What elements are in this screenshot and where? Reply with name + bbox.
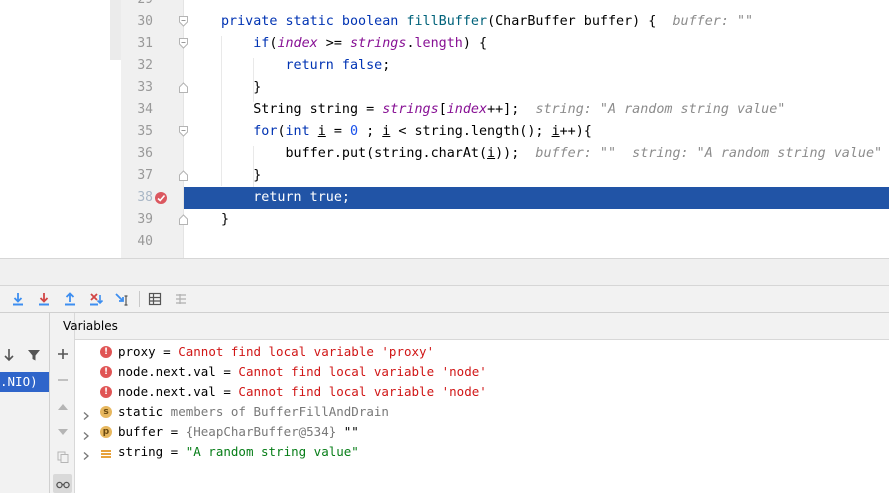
variable-row-error[interactable]: ! node.next.val = Cannot find local vari… [75,382,889,402]
variables-title: Variables [63,319,118,333]
code-line-38-current[interactable]: 38 return true; [121,187,889,209]
filter-icon[interactable] [25,346,43,364]
error-icon: ! [100,346,112,358]
panel-splitter[interactable] [0,258,889,286]
code-line-40[interactable]: 40 [121,231,889,253]
code-text: if(index >= strings.length) { [253,36,488,51]
fold-close-icon[interactable] [179,82,188,93]
code-line-29[interactable]: 29 [121,0,889,11]
variable-row-buffer[interactable]: p buffer = {HeapCharBuffer@534} "" [75,422,889,442]
line-number: 39 [137,212,153,227]
expand-chevron-icon[interactable] [81,447,91,460]
variable-row-static[interactable]: s static members of BufferFillAndDrain [75,402,889,422]
variable-row-string[interactable]: string = "A random string value" [75,442,889,462]
debugger-toolbar [0,286,889,313]
editor-scroll-marker [110,0,121,60]
line-number: 29 [121,0,153,11]
remove-watch-icon[interactable] [53,370,72,389]
line-number: 40 [137,234,153,249]
fold-open-icon[interactable] [179,38,188,49]
inline-value-hint: buffer: "" [535,146,617,161]
line-number: 31 [137,36,153,51]
inline-value-hint: string: "A random string value" [535,102,786,117]
expand-chevron-icon[interactable] [81,407,91,420]
code-text: return true; [253,190,350,205]
step-out-icon[interactable] [61,290,79,308]
line-number: 33 [137,80,153,95]
line-number: 38 [137,190,153,205]
code-text: buffer.put(string.charAt(i)); buffer: ""… [285,146,883,161]
local-variable-icon [100,446,112,458]
toolbar-separator [139,291,140,307]
code-text: String string = strings[index++]; string… [253,102,786,117]
step-over-icon[interactable] [9,290,27,308]
code-line-36[interactable]: 36 buffer.put(string.charAt(i)); buffer:… [121,143,889,165]
show-types-icon[interactable] [53,474,72,493]
variables-tree: ! proxy = Cannot find local variable 'pr… [75,340,889,493]
run-to-cursor-icon[interactable] [113,290,131,308]
fold-open-icon[interactable] [179,16,188,27]
code-line-34[interactable]: 34 String string = strings[index++]; str… [121,99,889,121]
line-number: 35 [137,124,153,139]
variable-row-error[interactable]: ! node.next.val = Cannot find local vari… [75,362,889,382]
variable-row-error[interactable]: ! proxy = Cannot find local variable 'pr… [75,342,889,362]
line-number: 34 [137,102,153,117]
frames-toolbar [0,341,49,367]
inline-value-hint: buffer: "" [672,14,754,29]
code-line-32[interactable]: 32 return false; [121,55,889,77]
evaluate-expression-icon[interactable] [146,290,164,308]
frames-panel: .NIO) [0,313,50,493]
breakpoint-icon[interactable] [154,191,168,205]
inline-value-hint: string: "A random string value" [632,146,883,161]
fold-close-icon[interactable] [179,170,188,181]
code-line-31[interactable]: 31 if(index >= strings.length) { [121,33,889,55]
variables-header: Variables [63,313,889,340]
move-up-icon[interactable] [53,397,72,416]
step-into-icon[interactable] [35,290,53,308]
code-line-39[interactable]: 39 } [121,209,889,231]
variables-side-toolbar [50,313,75,493]
code-line-35[interactable]: 35 for(int i = 0 ; i < string.length(); … [121,121,889,143]
arrow-down-icon[interactable] [0,346,18,364]
code-text: for(int i = 0 ; i < string.length(); i++… [253,124,592,139]
fold-open-icon[interactable] [179,126,188,137]
code-line-37[interactable]: 37 } [121,165,889,187]
code-line-30[interactable]: 30 private static boolean fillBuffer(Cha… [121,11,889,33]
drop-frame-icon[interactable] [87,290,105,308]
code-text: } [221,212,230,227]
code-text: } [253,168,262,183]
fold-close-icon[interactable] [179,214,188,225]
editor-left-area [0,0,110,258]
expand-chevron-icon[interactable] [81,427,91,440]
add-watch-icon[interactable] [53,344,72,363]
trace-icon[interactable] [172,290,190,308]
line-number: 30 [137,14,153,29]
line-number: 37 [137,168,153,183]
error-icon: ! [100,386,112,398]
line-number: 32 [137,58,153,73]
code-text: } [253,80,262,95]
move-down-icon[interactable] [53,422,72,441]
selected-frame[interactable]: .NIO) [0,372,49,392]
code-line-33[interactable]: 33 } [121,77,889,99]
parameter-icon: p [100,426,112,438]
error-icon: ! [100,366,112,378]
line-number: 36 [137,146,153,161]
code-text: private static boolean fillBuffer(CharBu… [221,14,754,29]
copy-icon[interactable] [53,447,72,466]
static-members-icon: s [100,406,112,418]
code-editor[interactable]: 29 30 private static boolean fillBuffer(… [0,0,889,258]
code-text: return false; [285,58,391,73]
